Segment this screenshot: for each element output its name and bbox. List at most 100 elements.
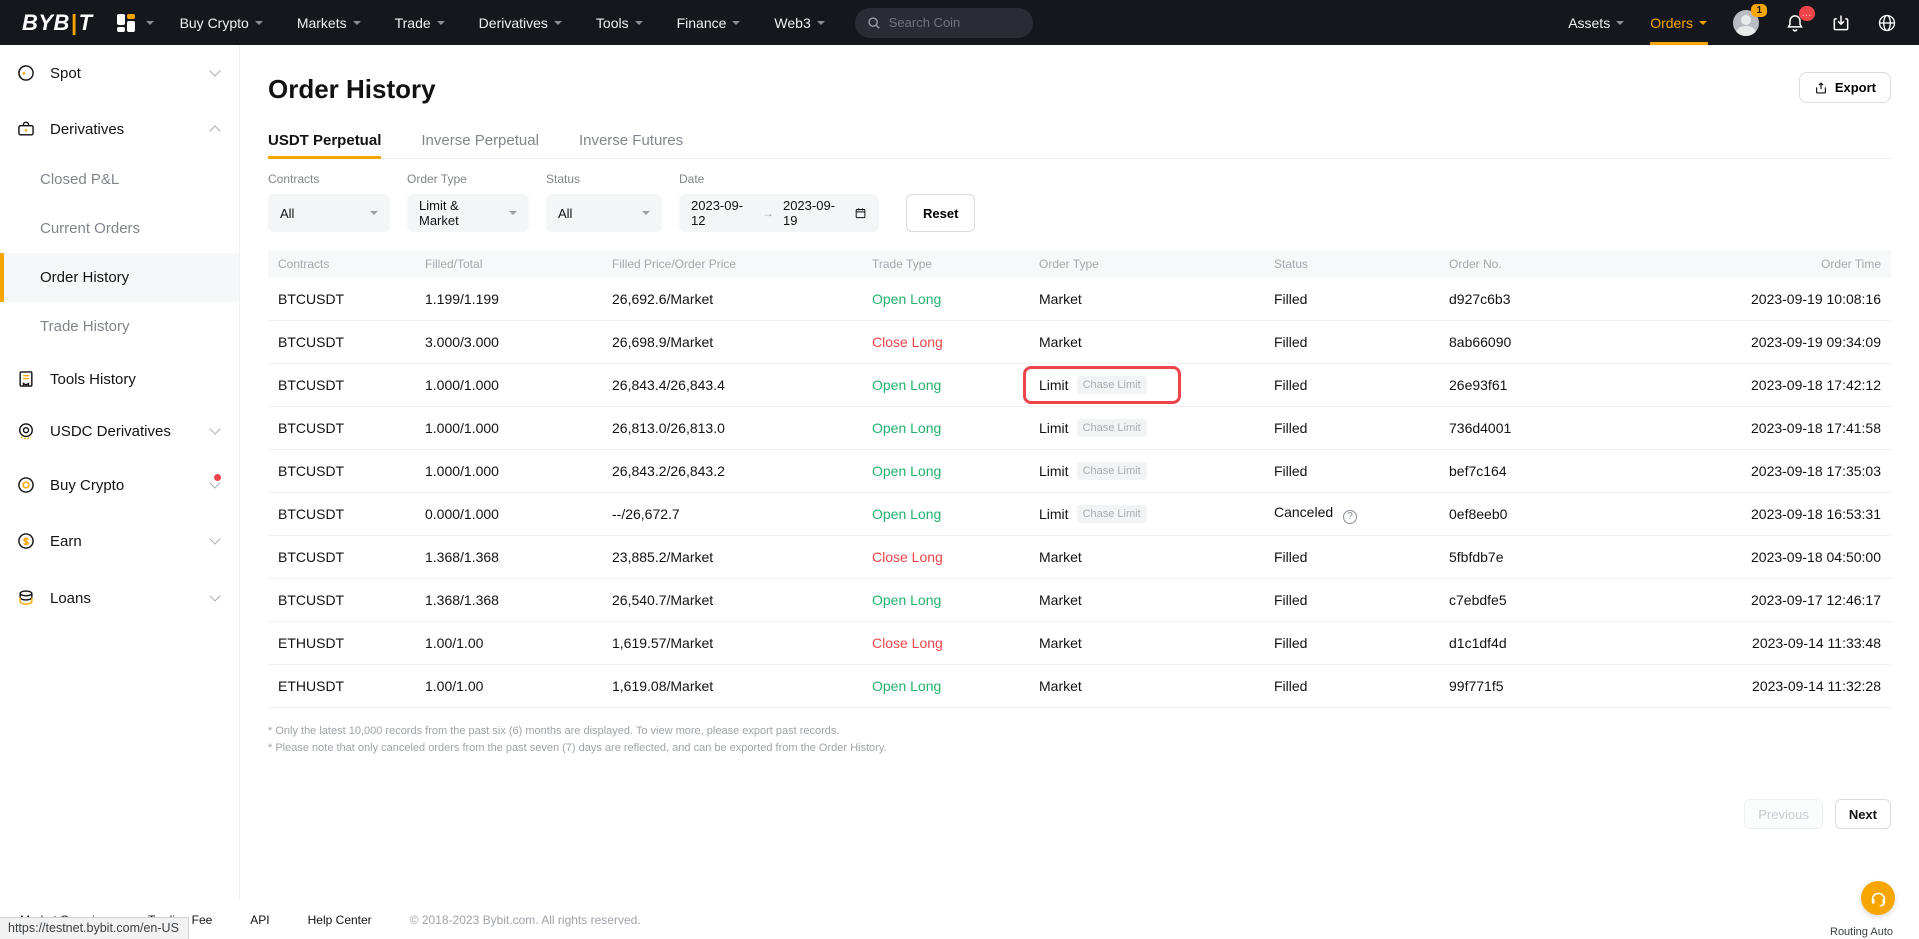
cell-order-no: 99f771f5 — [1439, 678, 1602, 694]
nav-buy-crypto[interactable]: Buy Crypto — [180, 0, 263, 45]
nav-finance[interactable]: Finance — [677, 0, 741, 45]
help-icon[interactable]: ? — [1343, 510, 1357, 524]
filter-bar: Contracts All Order Type Limit & Market … — [268, 172, 1891, 232]
cell-order-type: Limit Chase Limit — [1029, 419, 1264, 437]
tab-inverse-futures[interactable]: Inverse Futures — [579, 132, 683, 149]
nav-tools[interactable]: Tools — [596, 0, 643, 45]
chevron-down-icon — [353, 21, 361, 25]
status-select[interactable]: All — [546, 194, 662, 232]
bell-notification-badge: ... — [1799, 6, 1815, 21]
cell-filled-total: 1.000/1.000 — [415, 377, 602, 393]
logo-accent-bar: | — [71, 10, 78, 36]
chase-limit-badge: Chase Limit — [1077, 462, 1147, 480]
spot-icon — [16, 63, 36, 83]
chevron-down-icon — [635, 21, 643, 25]
cell-order-type: Market — [1029, 549, 1264, 565]
table-row[interactable]: BTCUSDT 1.000/1.000 26,843.4/26,843.4 Op… — [268, 364, 1891, 407]
tab-inverse-perpetual[interactable]: Inverse Perpetual — [421, 132, 539, 149]
table-row[interactable]: BTCUSDT 1.368/1.368 26,540.7/Market Open… — [268, 579, 1891, 622]
reset-button[interactable]: Reset — [906, 194, 975, 232]
cell-order-time: 2023-09-19 10:08:16 — [1602, 291, 1891, 307]
nav-trade[interactable]: Trade — [395, 0, 445, 45]
tab-usdt-perpetual[interactable]: USDT Perpetual — [268, 132, 381, 149]
apps-menu-button[interactable] — [117, 14, 154, 32]
table-row[interactable]: BTCUSDT 0.000/1.000 --/26,672.7 Open Lon… — [268, 493, 1891, 536]
sidebar-item-closed-pnl[interactable]: Closed P&L — [0, 155, 239, 204]
cell-filled-total: 1.368/1.368 — [415, 592, 602, 608]
cell-trade-type: Open Long — [862, 463, 1029, 479]
account-avatar[interactable]: 1 — [1733, 10, 1759, 36]
sidebar-item-usdc-derivatives[interactable]: USDC Derivatives — [0, 405, 239, 457]
nav-web3[interactable]: Web3 — [774, 0, 824, 45]
chevron-down-icon — [732, 21, 740, 25]
chevron-down-icon — [554, 21, 562, 25]
footer-link-api[interactable]: API — [250, 913, 269, 927]
sidebar-item-loans[interactable]: Loans — [0, 572, 239, 624]
status-text: Filled — [1274, 420, 1307, 436]
bybit-logo[interactable]: BYB|T — [22, 10, 93, 36]
footer-link-help-center[interactable]: Help Center — [308, 913, 372, 927]
status-text: Canceled — [1274, 504, 1333, 520]
chevron-down-icon — [1616, 21, 1624, 25]
nav-assets[interactable]: Assets — [1568, 0, 1624, 45]
sidebar-item-spot[interactable]: Spot — [0, 47, 239, 99]
table-header: Contracts Filled/Total Filled Price/Orde… — [268, 250, 1891, 278]
contracts-select[interactable]: All — [268, 194, 390, 232]
table-row[interactable]: BTCUSDT 1.000/1.000 26,843.2/26,843.2 Op… — [268, 450, 1891, 493]
sidebar-item-current-orders[interactable]: Current Orders — [0, 204, 239, 253]
nav-derivatives[interactable]: Derivatives — [479, 0, 562, 45]
earn-icon — [16, 531, 36, 551]
chase-limit-badge: Chase Limit — [1077, 505, 1147, 523]
order-type-text: Limit — [1039, 463, 1069, 479]
language-button[interactable] — [1877, 13, 1897, 33]
cell-order-no: bef7c164 — [1439, 463, 1602, 479]
cell-order-time: 2023-09-18 17:41:58 — [1602, 420, 1891, 436]
cell-contract: BTCUSDT — [268, 420, 415, 436]
notifications-button[interactable]: ... — [1785, 13, 1805, 33]
chevron-down-icon — [255, 21, 263, 25]
nav-orders-active[interactable]: Orders — [1650, 0, 1707, 45]
next-page-button[interactable]: Next — [1835, 799, 1891, 829]
cell-contract: ETHUSDT — [268, 635, 415, 651]
table-row[interactable]: ETHUSDT 1.00/1.00 1,619.08/Market Open L… — [268, 665, 1891, 708]
order-type-select[interactable]: Limit & Market — [407, 194, 529, 232]
sidebar-item-buy-crypto[interactable]: Buy Crypto — [0, 459, 239, 511]
sidebar-item-order-history[interactable]: Order History — [0, 253, 239, 302]
sidebar-item-derivatives[interactable]: Derivatives — [0, 103, 239, 155]
page-footer: Market Overview Trading Fee API Help Cen… — [0, 900, 1919, 939]
nav-markets[interactable]: Markets — [297, 0, 361, 45]
top-navigation: BYB|T Buy Crypto Markets Trade Derivativ… — [0, 0, 1919, 45]
col-order-time: Order Time — [1602, 257, 1891, 271]
chevron-down-icon — [509, 211, 517, 215]
order-type-text: Limit — [1039, 506, 1069, 522]
coin-search[interactable] — [855, 8, 1033, 38]
cell-order-type: Market — [1029, 635, 1264, 651]
table-row[interactable]: BTCUSDT 1.000/1.000 26,813.0/26,813.0 Op… — [268, 407, 1891, 450]
previous-page-button[interactable]: Previous — [1744, 799, 1823, 829]
cell-order-time: 2023-09-18 04:50:00 — [1602, 549, 1891, 565]
headset-icon — [1869, 889, 1888, 908]
cell-filled-total: 1.000/1.000 — [415, 463, 602, 479]
cell-status: Filled — [1264, 549, 1439, 565]
main-content: Order History Export USDT Perpetual Inve… — [240, 45, 1919, 829]
cell-contract: BTCUSDT — [268, 463, 415, 479]
table-row[interactable]: BTCUSDT 3.000/3.000 26,698.9/Market Clos… — [268, 321, 1891, 364]
cell-filled-total: 1.368/1.368 — [415, 549, 602, 565]
search-input[interactable] — [889, 15, 1019, 30]
table-row[interactable]: BTCUSDT 1.368/1.368 23,885.2/Market Clos… — [268, 536, 1891, 579]
support-chat-button[interactable] — [1861, 881, 1895, 915]
status-filter-label: Status — [546, 172, 662, 186]
table-row[interactable]: ETHUSDT 1.00/1.00 1,619.57/Market Close … — [268, 622, 1891, 665]
sidebar-item-earn[interactable]: Earn — [0, 515, 239, 567]
export-button[interactable]: Export — [1799, 72, 1891, 103]
cell-status: Filled — [1264, 334, 1439, 350]
download-app-button[interactable] — [1831, 13, 1851, 33]
cell-filled-price: 26,843.4/26,843.4 — [602, 377, 862, 393]
cell-order-type: Limit Chase Limit — [1029, 462, 1264, 480]
routing-status: Routing Auto — [1830, 926, 1893, 938]
sidebar-item-tools-history[interactable]: Tools History — [0, 353, 239, 405]
date-range-picker[interactable]: 2023-09-12 → 2023-09-19 — [679, 194, 879, 232]
cell-contract: ETHUSDT — [268, 678, 415, 694]
sidebar-item-trade-history[interactable]: Trade History — [0, 302, 239, 351]
table-row[interactable]: BTCUSDT 1.199/1.199 26,692.6/Market Open… — [268, 278, 1891, 321]
